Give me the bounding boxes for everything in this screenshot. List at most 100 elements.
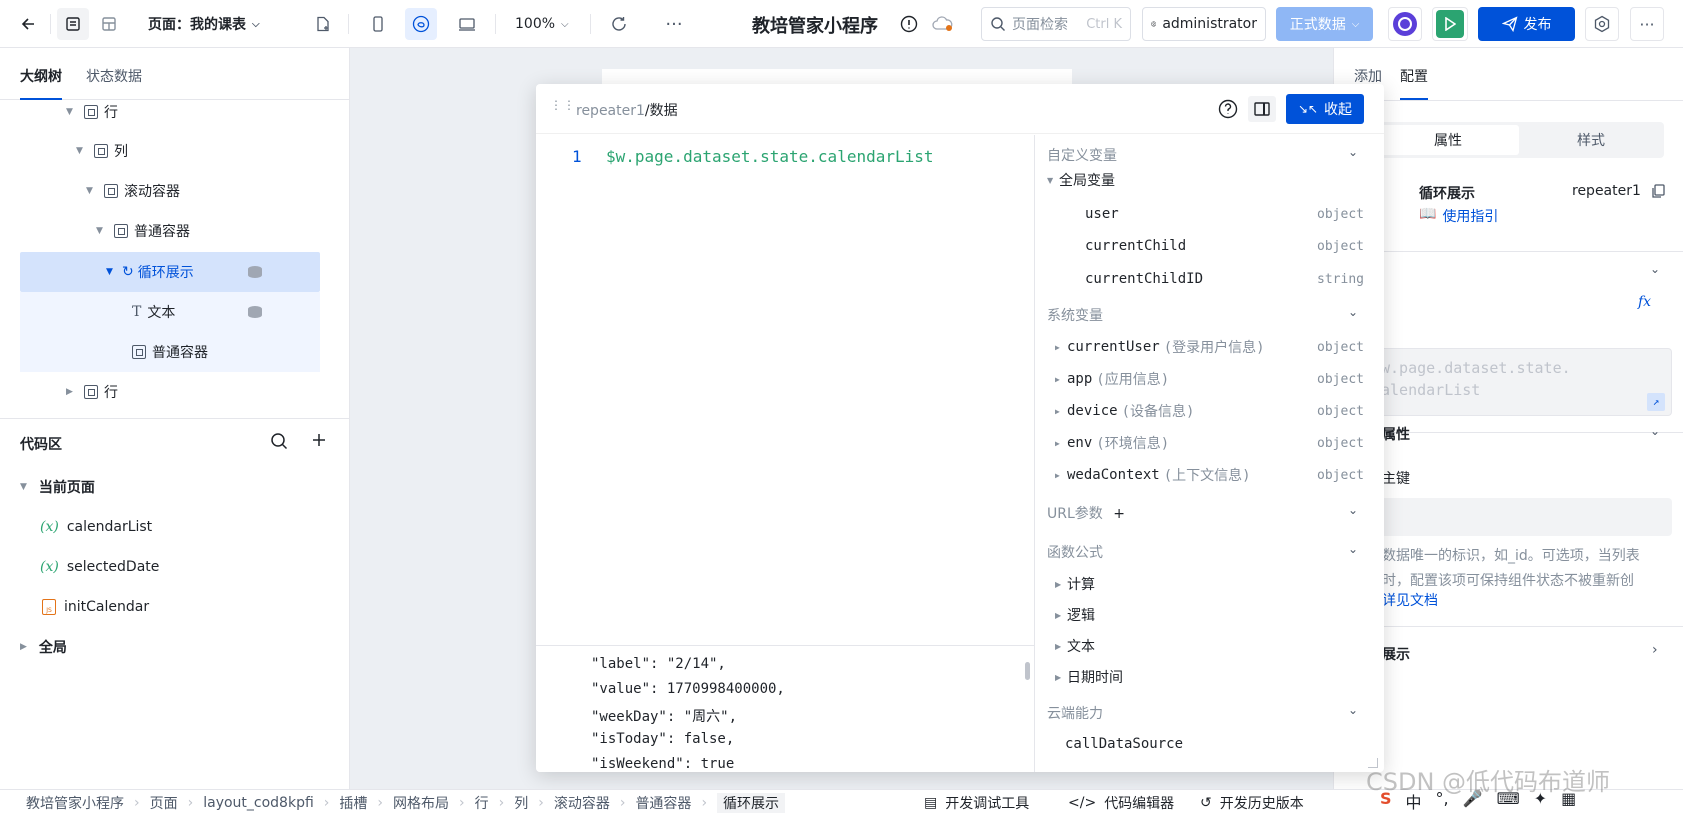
tree-node-container[interactable]: ▼ 普通容器 [20, 211, 320, 251]
caret-down-icon[interactable]: ▼ [86, 186, 98, 196]
env-data-button[interactable]: 正式数据 ⌵ [1276, 7, 1373, 41]
chevron-down-icon[interactable]: ⌄ [1650, 424, 1660, 438]
chevron-down-icon[interactable]: ⌄ [1650, 262, 1660, 276]
tree-node-column[interactable]: ▼ 列 [20, 131, 320, 171]
ai-assistant-button[interactable] [1388, 7, 1422, 41]
more-icon[interactable]: ··· [658, 8, 690, 40]
caret-down-icon[interactable]: ▼ [76, 146, 88, 156]
ime-language-label[interactable]: 中 [1406, 789, 1422, 813]
page-selector[interactable]: 页面：我的课表 ⌵ [148, 8, 260, 40]
code-item-calendarList[interactable]: (x) calendarList [40, 507, 152, 547]
usage-guide-link[interactable]: 📖 使用指引 [1419, 206, 1498, 226]
publish-button[interactable]: 发布 [1478, 7, 1575, 41]
crumb-item[interactable]: 页面 [150, 793, 178, 813]
search-icon[interactable] [270, 432, 288, 454]
crumb-item[interactable]: 插槽 [339, 793, 367, 813]
run-button[interactable] [1432, 7, 1468, 41]
caret-down-icon[interactable]: ▼ [1047, 176, 1059, 185]
tab-state-data[interactable]: 状态数据 [86, 66, 142, 86]
microphone-icon[interactable]: 🎤 [1463, 789, 1483, 813]
caret-right-icon[interactable]: ▶ [1055, 375, 1067, 384]
chevron-down-icon[interactable]: ⌄ [1348, 703, 1358, 717]
expression-editor[interactable]: 1 $w.page.dataset.state.calendarList [536, 135, 1034, 645]
fx-icon[interactable]: fx [1638, 294, 1651, 310]
tab-config[interactable]: 配置 [1400, 66, 1428, 100]
global-group[interactable]: ▶ 全局 [20, 627, 67, 667]
caret-down-icon[interactable]: ▼ [20, 482, 27, 492]
caret-right-icon[interactable]: ▶ [1055, 611, 1067, 620]
settings-button[interactable] [1585, 7, 1619, 41]
crumb-item[interactable]: 列 [514, 793, 528, 813]
caret-right-icon[interactable]: ▶ [1055, 343, 1067, 352]
add-icon[interactable] [311, 432, 327, 452]
caret-right-icon[interactable]: ▶ [1055, 642, 1067, 651]
system-var-item[interactable]: ▶ wedaContext (上下文信息) object [1055, 460, 1364, 490]
layout-icon[interactable] [93, 8, 125, 40]
drag-handle-icon[interactable]: ⋮⋮ [550, 99, 575, 118]
zoom-selector[interactable]: 100% ⌵ [515, 8, 569, 40]
skin-icon[interactable]: ✦ [1534, 789, 1547, 813]
section-system-vars[interactable]: 系统变量 [1047, 305, 1103, 325]
page-search-input[interactable]: 页面检索 Ctrl K [981, 7, 1131, 41]
database-icon[interactable] [248, 266, 262, 278]
cloud-item[interactable]: callDataSource [1065, 729, 1364, 759]
doc-link[interactable]: 详见文档 [1382, 590, 1438, 610]
system-var-item[interactable]: ▶ app (应用信息) object [1055, 364, 1364, 394]
segment-properties[interactable]: 属性 [1377, 125, 1519, 155]
database-icon[interactable] [248, 306, 262, 318]
mobile-view-icon[interactable] [362, 8, 394, 40]
section-url-params[interactable]: URL参数 + [1047, 503, 1125, 523]
caret-right-icon[interactable]: ▶ [1055, 439, 1067, 448]
back-arrow-icon[interactable] [12, 8, 44, 40]
caret-right-icon[interactable]: ▶ [1055, 580, 1067, 589]
crumb-item[interactable]: 教培管家小程序 [26, 793, 124, 813]
crumb-item[interactable]: 普通容器 [635, 793, 691, 813]
chevron-down-icon[interactable]: ⌄ [1348, 503, 1358, 517]
caret-right-icon[interactable]: ▶ [20, 642, 27, 652]
system-var-item[interactable]: ▶ device (设备信息) object [1055, 396, 1364, 426]
keyboard-icon[interactable]: ⌨ [1497, 789, 1520, 813]
data-expression-field[interactable]: w.page.dataset.state. alendarList ↗ [1374, 348, 1672, 416]
tree-node-row[interactable]: ▶ 行 [20, 372, 320, 412]
add-page-icon[interactable] [307, 8, 339, 40]
caret-right-icon[interactable]: ▶ [66, 387, 78, 397]
chevron-right-icon[interactable]: › [1652, 642, 1658, 658]
chevron-down-icon[interactable]: ⌄ [1348, 542, 1358, 556]
copy-icon[interactable] [1650, 183, 1666, 203]
breadcrumb-parent[interactable]: repeater1 [576, 103, 645, 119]
refresh-icon[interactable] [603, 8, 635, 40]
caret-down-icon[interactable]: ▼ [96, 226, 108, 236]
system-var-item[interactable]: ▶ env (环境信息) object [1055, 428, 1364, 458]
var-item[interactable]: currentChildID string [1085, 264, 1364, 294]
tree-node-row[interactable]: ▼ 行 [20, 92, 320, 132]
expression-code[interactable]: $w.page.dataset.state.calendarList [606, 147, 934, 166]
code-item-selectedDate[interactable]: (x) selectedDate [40, 547, 159, 587]
caret-right-icon[interactable]: ▶ [1055, 673, 1067, 682]
crumb-item-current[interactable]: 循环展示 [717, 793, 786, 813]
function-group[interactable]: ▶ 日期时间 [1055, 662, 1364, 692]
section-custom-vars[interactable]: 自定义变量 [1047, 145, 1117, 165]
punctuation-icon[interactable]: °, [1436, 789, 1449, 813]
debug-tools-button[interactable]: ▤ 开发调试工具 [924, 793, 1029, 813]
crumb-item[interactable]: 网格布局 [393, 793, 449, 813]
function-group[interactable]: ▶ 逻辑 [1055, 600, 1364, 630]
help-icon[interactable] [1218, 99, 1238, 123]
var-item[interactable]: currentChild object [1085, 231, 1364, 261]
function-group[interactable]: ▶ 计算 [1055, 569, 1364, 599]
key-input[interactable] [1374, 498, 1672, 536]
caret-right-icon[interactable]: ▶ [1055, 471, 1067, 480]
crumb-item[interactable]: layout_cod8kpfi [203, 795, 314, 811]
sogou-ime-icon[interactable]: S [1380, 789, 1392, 813]
crumb-item[interactable]: 行 [475, 793, 489, 813]
var-item[interactable]: user object [1085, 199, 1364, 229]
grid-menu-icon[interactable]: ▦ [1561, 789, 1576, 813]
info-circle-icon[interactable] [898, 8, 920, 40]
chevron-down-icon[interactable]: ⌄ [1348, 145, 1358, 159]
caret-down-icon[interactable]: ▼ [66, 107, 78, 117]
system-var-item[interactable]: ▶ currentUser (登录用户信息) object [1055, 332, 1364, 362]
code-item-initCalendar[interactable]: JS initCalendar [42, 587, 149, 627]
section-functions[interactable]: 函数公式 [1047, 542, 1103, 562]
code-editor-button[interactable]: </> 代码编辑器 [1068, 793, 1174, 813]
add-icon[interactable]: + [1113, 506, 1125, 522]
caret-right-icon[interactable]: ▶ [1055, 407, 1067, 416]
